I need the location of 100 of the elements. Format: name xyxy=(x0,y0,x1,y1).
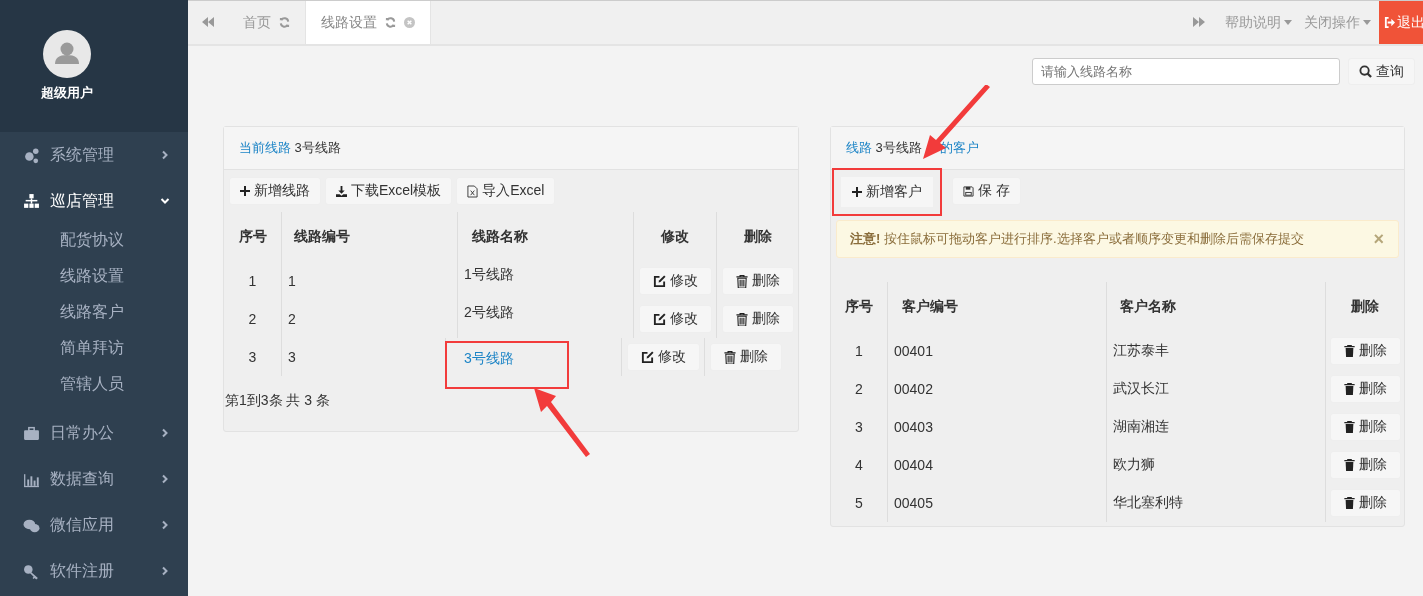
table-cell: 湖南湘连 xyxy=(1106,408,1325,446)
toolbar-button[interactable]: 保 存 xyxy=(952,177,1021,205)
submenu-item[interactable]: 线路客户 xyxy=(60,294,188,330)
plus-icon xyxy=(240,186,250,196)
table-cell: 欧力狮 xyxy=(1106,446,1325,484)
nav-item[interactable]: 软件注册 xyxy=(0,548,188,594)
edit-button[interactable]: 修改 xyxy=(638,305,712,333)
double-left-arrow-icon xyxy=(202,17,214,27)
column-header: 删除 xyxy=(1325,282,1404,332)
close-icon[interactable] xyxy=(404,17,415,28)
trash-icon xyxy=(1343,459,1355,471)
edit-icon xyxy=(652,274,666,288)
column-header: 修改 xyxy=(633,212,716,262)
chevron-icon xyxy=(160,150,170,160)
column-header: 序号 xyxy=(844,297,874,316)
table-cell: 00404 xyxy=(887,446,1106,484)
trash-icon xyxy=(723,350,736,364)
save-icon xyxy=(963,185,974,197)
caret-icon xyxy=(1284,20,1292,25)
route-name-link[interactable]: 1号线路 xyxy=(464,266,514,284)
download-icon xyxy=(336,185,347,197)
nav-icon xyxy=(23,424,40,442)
column-header: 客户名称 xyxy=(1106,282,1325,332)
table-cell: 00401 xyxy=(887,332,1106,370)
nav-icon xyxy=(23,146,40,164)
column-header: 序号 xyxy=(237,227,268,246)
search-field[interactable]: 请输入线路名称 xyxy=(1032,58,1340,85)
delete-button[interactable]: 删除 xyxy=(1329,337,1401,365)
edit-button[interactable]: 修改 xyxy=(626,343,700,371)
avatar-icon[interactable] xyxy=(43,30,91,78)
chevron-icon xyxy=(160,196,170,206)
table-cell-text: 2 xyxy=(854,380,864,399)
plus-icon xyxy=(852,187,862,197)
trash-icon xyxy=(735,312,748,326)
table-cell: 华北塞利特 xyxy=(1106,484,1325,522)
table-cell: 江苏泰丰 xyxy=(1106,332,1325,370)
nav-icon xyxy=(23,192,40,210)
caret-icon xyxy=(1363,20,1371,25)
edit-icon xyxy=(640,350,654,364)
nav-item[interactable]: 微信应用 xyxy=(0,502,188,548)
edit-button[interactable]: 修改 xyxy=(638,267,712,295)
trash-icon xyxy=(1343,383,1355,395)
file-icon xyxy=(467,184,479,198)
table-cell: 3 xyxy=(281,338,457,376)
refresh-icon[interactable] xyxy=(385,17,396,28)
alert-message: 注意! 按住鼠标可拖动客户进行排序.选择客户或者顺序变更和删除后需保存提交 xyxy=(850,230,1305,248)
pagination-info: 第1到3条 共 3 条 xyxy=(224,391,332,410)
delete-button[interactable]: 删除 xyxy=(709,343,782,371)
table-cell-text: 4 xyxy=(854,456,864,475)
nav-item[interactable]: 巡店管理 xyxy=(0,178,188,224)
table-cell: 00405 xyxy=(887,484,1106,522)
trash-icon xyxy=(1343,345,1355,357)
route-name-link[interactable]: 2号线路 xyxy=(464,304,514,322)
table-cell: 00402 xyxy=(887,370,1106,408)
annotation-arrow xyxy=(532,386,592,458)
submenu-item[interactable]: 管辖人员 xyxy=(60,366,188,402)
chevron-icon xyxy=(160,520,170,530)
logout-button[interactable]: 退出 xyxy=(1379,1,1423,44)
trash-icon xyxy=(735,274,748,288)
table-cell: 1 xyxy=(281,262,457,300)
exit-icon xyxy=(1384,17,1395,28)
delete-button[interactable]: 删除 xyxy=(1329,489,1401,517)
nav-icon xyxy=(23,562,40,580)
panel-title: 当前线路 3号线路 xyxy=(239,139,341,157)
table-cell: 武汉长江 xyxy=(1106,370,1325,408)
trash-icon xyxy=(1343,497,1355,509)
nav-item[interactable]: 数据查询 xyxy=(0,456,188,502)
chevron-icon xyxy=(160,428,170,438)
table-cell-text: 3 xyxy=(854,418,864,437)
table-cell: 00403 xyxy=(887,408,1106,446)
table-cell-text: 3 xyxy=(247,348,258,367)
search-button[interactable]: 查询 xyxy=(1348,58,1415,85)
column-header: 线路名称 xyxy=(457,212,633,262)
table-cell-text: 5 xyxy=(854,494,864,513)
chevron-icon xyxy=(160,474,170,484)
column-header: 客户编号 xyxy=(887,282,1106,332)
refresh-icon[interactable] xyxy=(279,17,290,28)
submenu-item[interactable]: 配货协议 xyxy=(60,222,188,258)
search-icon xyxy=(1359,65,1372,78)
nav-item[interactable]: 日常办公 xyxy=(0,410,188,456)
toolbar-button[interactable]: 新增线路 xyxy=(229,177,321,205)
delete-button[interactable]: 删除 xyxy=(1329,413,1401,441)
chevron-icon xyxy=(160,566,170,576)
page-tab[interactable]: 线路设置 xyxy=(306,1,431,44)
nav-item[interactable]: 系统管理 xyxy=(0,132,188,178)
delete-button[interactable]: 删除 xyxy=(1329,375,1401,403)
delete-button[interactable]: 删除 xyxy=(1329,451,1401,479)
table-cell-text: 1 xyxy=(854,342,864,361)
double-right-arrow-icon xyxy=(1193,17,1205,27)
toolbar-button[interactable]: 下载Excel模板 xyxy=(325,177,453,205)
column-header: 线路编号 xyxy=(281,212,457,262)
delete-button[interactable]: 删除 xyxy=(721,305,794,333)
column-header: 删除 xyxy=(716,212,798,262)
delete-button[interactable]: 删除 xyxy=(721,267,794,295)
table-cell-text: 1 xyxy=(247,272,258,291)
table-cell-text: 2 xyxy=(247,310,258,329)
toolbar-button[interactable]: 导入Excel xyxy=(456,177,556,205)
submenu-item[interactable]: 线路设置 xyxy=(60,258,188,294)
submenu-item[interactable]: 简单拜访 xyxy=(60,330,188,366)
toolbar-button[interactable]: 新增客户 xyxy=(832,168,942,216)
